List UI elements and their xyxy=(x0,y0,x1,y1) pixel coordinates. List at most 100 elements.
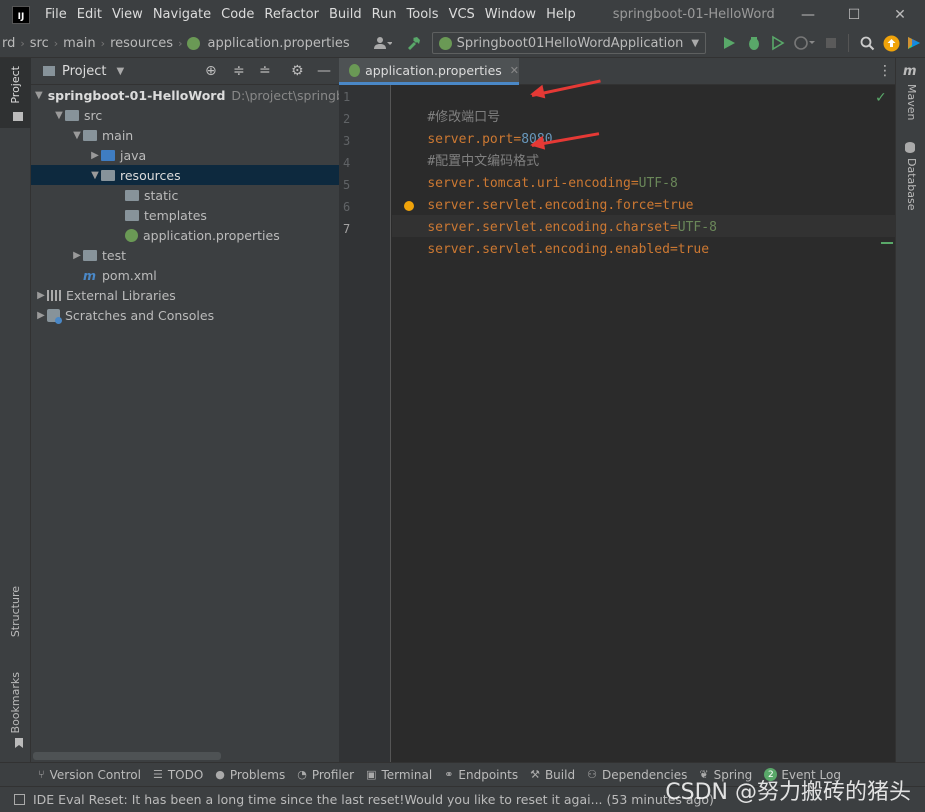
menu-refactor[interactable]: Refactor xyxy=(259,0,324,29)
navigation-bar: rd › src › main › resources › applicatio… xyxy=(0,29,925,58)
tab-problems[interactable]: ● Problems xyxy=(215,768,285,782)
line-number: 7 xyxy=(343,222,351,236)
tab-terminal[interactable]: ▣ Terminal xyxy=(366,768,432,782)
chevron-down-icon[interactable]: ▼ xyxy=(116,66,124,77)
tab-todo[interactable]: ☰ TODO xyxy=(153,768,203,782)
tree-item-scratches[interactable]: ▶ Scratches and Consoles xyxy=(31,305,339,325)
tree-item-application-properties[interactable]: application.properties xyxy=(31,225,339,245)
code-line-2[interactable]: server.port=8080 xyxy=(396,107,552,147)
code-equals: = xyxy=(669,242,678,257)
code-line-6[interactable]: server.servlet.encoding.charset=UTF-8 xyxy=(396,195,717,235)
breadcrumb-main[interactable]: main xyxy=(61,36,97,51)
editor-tab-application-properties[interactable]: application.properties ✕ xyxy=(339,58,519,85)
toolbox-icon[interactable] xyxy=(903,32,925,54)
code-line-1[interactable]: #修改端口号 xyxy=(396,85,500,125)
expand-all-icon[interactable]: ≑ xyxy=(233,63,245,79)
status-message[interactable]: IDE Eval Reset: It has been a long time … xyxy=(33,792,714,807)
maximize-button[interactable]: ☐ xyxy=(831,0,877,29)
profile-icon[interactable] xyxy=(790,32,820,54)
tab-version-control[interactable]: ⑂ Version Control xyxy=(38,768,141,782)
horizontal-scrollbar[interactable] xyxy=(33,752,221,760)
folder-icon xyxy=(125,189,139,201)
run-icon[interactable] xyxy=(716,32,742,54)
profiler-icon: ◔ xyxy=(297,768,307,781)
tree-item-label: java xyxy=(120,147,147,163)
list-icon: ☰ xyxy=(152,768,163,781)
breadcrumb-resources[interactable]: resources xyxy=(108,36,175,51)
tree-item-resources[interactable]: ▼ resources xyxy=(31,165,339,185)
tree-item-external-libraries[interactable]: ▶ External Libraries xyxy=(31,285,339,305)
chevron-down-icon[interactable]: ▼ xyxy=(71,130,83,141)
menu-edit[interactable]: Edit xyxy=(72,0,107,29)
lightbulb-intention-icon[interactable] xyxy=(404,201,414,211)
tree-item-test[interactable]: ▶ test xyxy=(31,245,339,265)
menu-window[interactable]: Window xyxy=(480,0,541,29)
intellij-logo-icon[interactable]: IJ xyxy=(12,5,30,24)
chevron-right-icon[interactable]: ▶ xyxy=(35,310,47,321)
hammer-build-icon[interactable] xyxy=(402,32,426,54)
project-panel-title[interactable]: Project xyxy=(62,64,106,79)
tree-item-project-root[interactable]: ▼ springboot-01-HelloWord D:\project\spr… xyxy=(31,85,344,105)
tree-item-static[interactable]: static xyxy=(31,185,339,205)
tree-item-src[interactable]: ▼ src xyxy=(31,105,339,125)
menu-file[interactable]: File xyxy=(40,0,72,29)
menu-build[interactable]: Build xyxy=(324,0,367,29)
chevron-right-icon[interactable]: ▶ xyxy=(35,290,47,301)
code-line-3[interactable]: #配置中文编码格式 xyxy=(396,129,539,169)
project-tool-tab[interactable]: Project xyxy=(9,66,22,104)
menu-vcs[interactable]: VCS xyxy=(444,0,480,29)
debug-icon[interactable] xyxy=(742,32,766,54)
properties-file-icon xyxy=(187,36,201,50)
tree-item-pom[interactable]: m pom.xml xyxy=(31,265,339,285)
locate-file-icon[interactable]: ⊕ xyxy=(205,63,217,79)
chevron-right-icon[interactable]: ▶ xyxy=(71,250,83,261)
hide-panel-icon[interactable]: — xyxy=(317,63,331,79)
tree-item-main[interactable]: ▼ main xyxy=(31,125,339,145)
checkmark-icon[interactable]: ✓ xyxy=(875,90,887,106)
tab-endpoints[interactable]: ⚭ Endpoints xyxy=(444,768,518,782)
menu-run[interactable]: Run xyxy=(367,0,402,29)
chevron-down-icon[interactable]: ▼ xyxy=(35,90,43,101)
breadcrumb-src[interactable]: src xyxy=(28,36,51,51)
tree-item-templates[interactable]: templates xyxy=(31,205,339,225)
folder-icon xyxy=(83,249,97,261)
window-title: springboot-01-HelloWord xyxy=(612,7,775,22)
toggle-tool-windows-icon[interactable] xyxy=(14,794,25,805)
tree-item-java[interactable]: ▶ java xyxy=(31,145,339,165)
chevron-right-icon[interactable]: ▶ xyxy=(89,150,101,161)
more-options-icon[interactable]: ⋮ xyxy=(878,63,892,79)
breadcrumb-project[interactable]: rd xyxy=(0,36,17,51)
gear-icon[interactable]: ⚙ xyxy=(291,63,304,79)
menu-tools[interactable]: Tools xyxy=(402,0,444,29)
chevron-down-icon[interactable]: ▼ xyxy=(89,170,101,181)
database-tool-tab[interactable]: Database xyxy=(905,158,918,211)
search-icon[interactable] xyxy=(855,32,879,54)
close-button[interactable]: ✕ xyxy=(877,0,923,29)
maven-tool-tab[interactable]: Maven xyxy=(905,84,918,120)
tab-build[interactable]: ⚒ Build xyxy=(530,768,575,782)
database-icon xyxy=(905,142,915,153)
menu-help[interactable]: Help xyxy=(541,0,581,29)
hammer-icon: ⚒ xyxy=(530,768,540,781)
minimize-button[interactable]: — xyxy=(785,0,831,29)
menu-navigate[interactable]: Navigate xyxy=(148,0,216,29)
close-tab-icon[interactable]: ✕ xyxy=(510,64,519,77)
menu-view[interactable]: View xyxy=(107,0,148,29)
stop-icon[interactable] xyxy=(820,32,842,54)
user-icon[interactable] xyxy=(370,32,396,54)
coverage-icon[interactable] xyxy=(766,32,790,54)
code-line-5[interactable]: server.servlet.encoding.force=true xyxy=(396,173,693,213)
bookmarks-tool-tab[interactable]: Bookmarks xyxy=(9,672,22,733)
structure-tool-tab[interactable]: Structure xyxy=(9,586,22,637)
tree-item-label: Scratches and Consoles xyxy=(65,307,215,323)
code-line-7[interactable]: server.servlet.encoding.enabled=true xyxy=(396,217,709,257)
problems-icon: ● xyxy=(215,768,225,781)
code-line-4[interactable]: server.tomcat.uri-encoding=UTF-8 xyxy=(396,151,677,191)
tab-profiler[interactable]: ◔ Profiler xyxy=(297,768,354,782)
update-icon[interactable] xyxy=(879,32,903,54)
run-configuration-selector[interactable]: Springboot01HelloWordApplication ▼ xyxy=(431,32,707,54)
chevron-down-icon[interactable]: ▼ xyxy=(53,110,65,121)
breadcrumb-file[interactable]: application.properties xyxy=(205,36,351,51)
collapse-all-icon[interactable]: ≐ xyxy=(259,63,271,79)
menu-code[interactable]: Code xyxy=(216,0,259,29)
